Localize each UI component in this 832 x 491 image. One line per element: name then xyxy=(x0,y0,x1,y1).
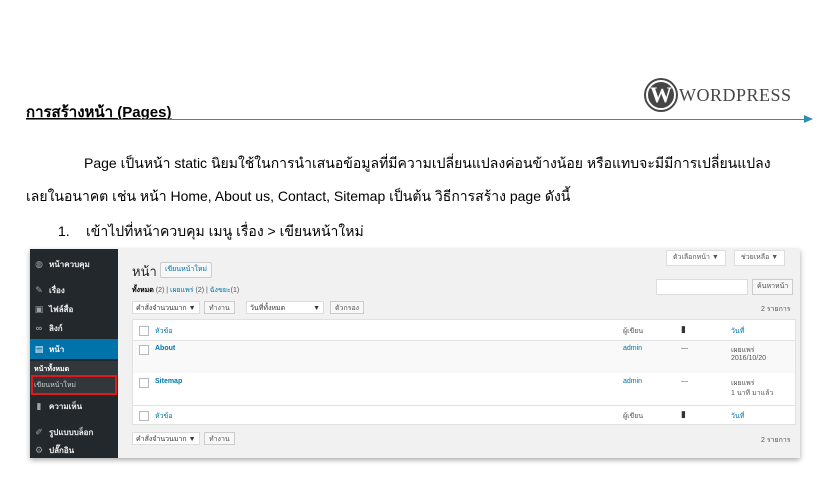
row-title-link[interactable]: Sitemap xyxy=(155,378,182,385)
page-title: การสร้างหน้า (Pages) xyxy=(26,104,172,121)
search-pages-button[interactable]: ค้นหาหน้า xyxy=(752,279,794,295)
table-row: Sitemap admin — เผยแพร่ 1 นาที มาแล้ว xyxy=(133,374,795,406)
sidebar-item-links[interactable]: ∞ ลิงก์ xyxy=(30,319,118,337)
column-title-footer[interactable]: หัวข้อ xyxy=(155,411,173,422)
step-number: 1. xyxy=(58,223,70,239)
select-all-checkbox-footer[interactable] xyxy=(139,411,149,421)
date-filter-label: วันที่ทั้งหมด xyxy=(250,305,286,312)
step-text: เข้าไปที่หน้าควบคุม เมนู เรื่อง > เขียนห… xyxy=(86,223,364,239)
row-date: 2016/10/20 xyxy=(731,355,767,362)
column-date[interactable]: วันที่ xyxy=(731,326,744,337)
sidebar-item-dashboard[interactable]: ◍ หน้าควบคุม xyxy=(30,255,118,273)
sidebar-item-label: ปลั๊กอิน xyxy=(49,445,75,455)
sidebar-item-pages[interactable]: ▤ หน้า xyxy=(30,339,118,359)
brush-icon: ✐ xyxy=(35,426,43,437)
row-author[interactable]: admin xyxy=(623,345,642,352)
pages-table: หัวข้อ ผู้เขียน ▮ วันที่ About admin — เ… xyxy=(132,319,796,425)
apply-button-bottom[interactable]: ทำงาน xyxy=(204,432,235,445)
items-count-top: 2 รายการ xyxy=(761,306,791,313)
chevron-down-icon: ▼ xyxy=(313,305,320,312)
add-new-page-button[interactable]: เขียนหน้าใหม่ xyxy=(160,262,213,278)
dashboard-icon: ◍ xyxy=(35,258,43,269)
column-date-footer[interactable]: วันที่ xyxy=(731,411,744,422)
page-icon: ▤ xyxy=(34,343,44,354)
filter-button[interactable]: ตัวกรอง xyxy=(330,301,365,314)
row-comments: — xyxy=(681,345,688,352)
highlight-box xyxy=(31,375,117,395)
comment-icon: ▮ xyxy=(681,409,686,419)
bulk-action-select-bottom[interactable]: คำสั่งจำนวนมาก ▼ xyxy=(132,432,200,445)
filter-all[interactable]: ทั้งหมด xyxy=(132,287,154,294)
apply-button[interactable]: ทำงาน xyxy=(204,301,235,314)
wordpress-logo: W WORDPRESS xyxy=(646,80,792,110)
intro-paragraph-line1: Page เป็นหน้า static นิยมใช้ในการนำเสนอข… xyxy=(84,155,771,171)
sidebar-item-posts[interactable]: ✎ เรื่อง xyxy=(30,281,118,299)
intro-paragraph-line2: เลยในอนาคต เช่น หน้า Home, About us, Con… xyxy=(26,188,571,204)
sidebar-item-appearance[interactable]: ✐ รูปแบบบล็อก xyxy=(30,423,118,441)
sidebar-item-label: หน้า xyxy=(49,344,65,354)
row-checkbox[interactable] xyxy=(139,345,149,355)
table-footer: หัวข้อ ผู้เขียน ▮ วันที่ xyxy=(133,406,795,426)
search-input[interactable] xyxy=(656,279,748,295)
pages-heading: หน้า xyxy=(132,264,157,279)
row-comments: — xyxy=(681,378,688,385)
title-underline-rule xyxy=(26,119,810,120)
plugin-icon: ⚙ xyxy=(34,444,44,455)
help-button[interactable]: ช่วยเหลือ ▼ xyxy=(734,250,786,266)
sidebar-item-label: ลิงก์ xyxy=(49,323,63,333)
column-title[interactable]: หัวข้อ xyxy=(155,326,173,337)
comment-icon: ▮ xyxy=(36,400,42,411)
row-author[interactable]: admin xyxy=(623,378,642,385)
sidebar-item-label: เรื่อง xyxy=(49,285,65,295)
wordpress-mark-icon: W xyxy=(646,80,676,110)
media-icon: ▣ xyxy=(34,303,44,314)
sidebar-item-media[interactable]: ▣ ไฟล์สื่อ xyxy=(30,300,118,318)
row-date: 1 นาที มาแล้ว xyxy=(731,390,774,397)
pin-icon: ✎ xyxy=(35,284,43,295)
row-title-link[interactable]: About xyxy=(155,345,175,352)
table-row: About admin — เผยแพร่ 2016/10/20 xyxy=(133,341,795,373)
bulk-action-select[interactable]: คำสั่งจำนวนมาก ▼ xyxy=(132,301,200,314)
column-author-footer: ผู้เขียน xyxy=(623,413,644,420)
sidebar-item-label: หน้าควบคุม xyxy=(49,259,90,269)
step-1: 1. เข้าไปที่หน้าควบคุม เมนู เรื่อง > เขีย… xyxy=(58,221,364,243)
sidebar-item-label: ไฟล์สื่อ xyxy=(49,304,74,314)
sidebar-item-label: รูปแบบบล็อก xyxy=(49,427,94,437)
admin-screenshot: ◍ หน้าควบคุม ✎ เรื่อง ▣ ไฟล์สื่อ ∞ ลิงก์… xyxy=(30,249,800,458)
sidebar-item-label: ความเห็น xyxy=(49,401,83,411)
screen-options-button[interactable]: ตัวเลือกหน้า ▼ xyxy=(666,250,726,266)
select-all-checkbox[interactable] xyxy=(139,326,149,336)
filter-trash[interactable]: ฉังขยะ xyxy=(210,287,231,294)
comment-icon: ▮ xyxy=(681,324,686,334)
sidebar-item-comments[interactable]: ▮ ความเห็น xyxy=(30,397,118,415)
date-filter-select[interactable]: วันที่ทั้งหมด ▼ xyxy=(246,301,324,314)
sidebar-item-plugins[interactable]: ⚙ ปลั๊กอิน xyxy=(30,441,118,458)
admin-sidebar: ◍ หน้าควบคุม ✎ เรื่อง ▣ ไฟล์สื่อ ∞ ลิงก์… xyxy=(30,249,118,458)
link-icon: ∞ xyxy=(35,323,43,333)
wordpress-wordmark: WORDPRESS xyxy=(679,84,792,105)
filter-published[interactable]: เผยแพร่ xyxy=(170,287,193,294)
rule-arrow-icon xyxy=(804,115,813,123)
table-header: หัวข้อ ผู้เขียน ▮ วันที่ xyxy=(133,320,795,340)
items-count-bottom: 2 รายการ xyxy=(761,437,791,444)
admin-content: ตัวเลือกหน้า ▼ ช่วยเหลือ ▼ หน้า เขียนหน้… xyxy=(118,249,800,458)
row-checkbox[interactable] xyxy=(139,378,149,388)
column-author: ผู้เขียน xyxy=(623,328,644,335)
status-filters: ทั้งหมด (2) | เผยแพร่ (2) | ฉังขยะ(1) xyxy=(132,287,240,294)
